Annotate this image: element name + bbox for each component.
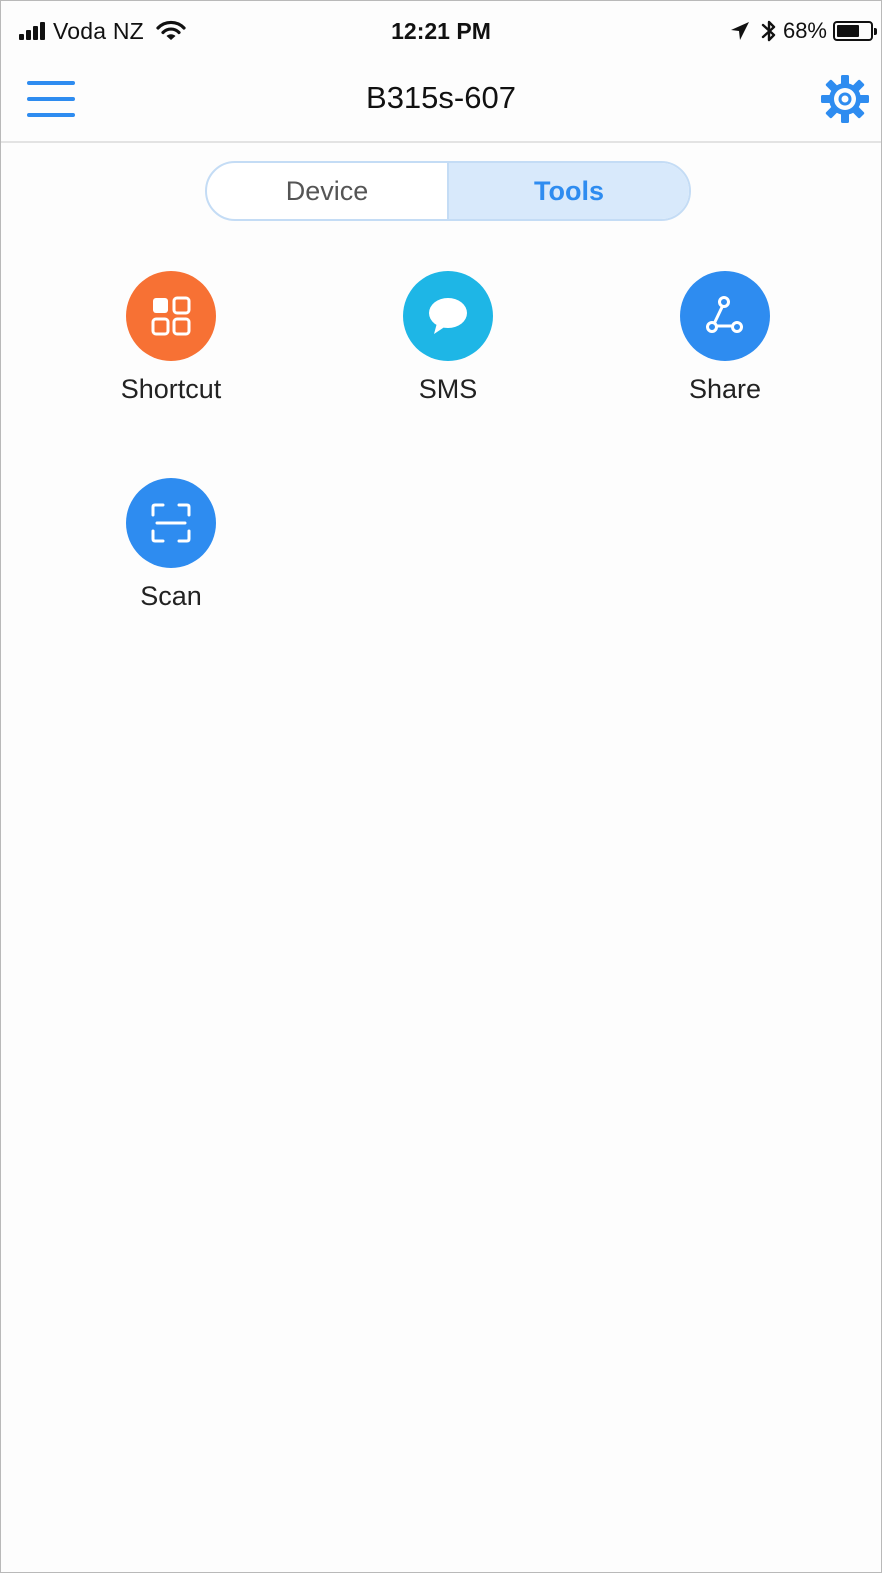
segmented-tabs: Device Tools	[205, 161, 691, 221]
battery-percent: 68%	[782, 18, 827, 43]
tool-scan[interactable]: Scan	[71, 478, 271, 614]
tool-share-label: Share	[688, 374, 762, 404]
tool-scan-label: Scan	[140, 581, 202, 611]
tool-sms-label: SMS	[418, 374, 478, 404]
tool-share[interactable]: Share	[625, 271, 825, 407]
battery-icon	[833, 21, 877, 41]
location-arrow-icon	[730, 22, 749, 40]
bluetooth-icon	[761, 20, 776, 42]
tool-sms[interactable]: SMS	[348, 271, 548, 407]
status-bar: Voda NZ 12:21 PM 68%	[1, 1, 881, 63]
app-screen: Voda NZ 12:21 PM 68% B315s-607 Device To…	[0, 0, 882, 1573]
tool-shortcut-badge	[126, 271, 216, 361]
navigation-bar: B315s-607	[1, 63, 881, 143]
tool-shortcut-label: Shortcut	[120, 374, 222, 404]
scan-frame-icon	[151, 503, 191, 543]
tab-tools[interactable]: Tools	[447, 163, 689, 219]
gear-icon[interactable]	[817, 71, 873, 127]
status-bar-right: 68%	[729, 15, 877, 47]
grid-shortcut-icon	[151, 296, 191, 336]
page-title: B315s-607	[366, 80, 516, 115]
chat-bubble-icon	[429, 298, 467, 334]
tool-shortcut[interactable]: Shortcut	[71, 271, 271, 407]
share-nodes-icon	[706, 296, 743, 333]
tool-sms-badge	[403, 271, 493, 361]
tab-device[interactable]: Device	[207, 163, 447, 219]
tool-share-badge	[680, 271, 770, 361]
tool-scan-badge	[126, 478, 216, 568]
